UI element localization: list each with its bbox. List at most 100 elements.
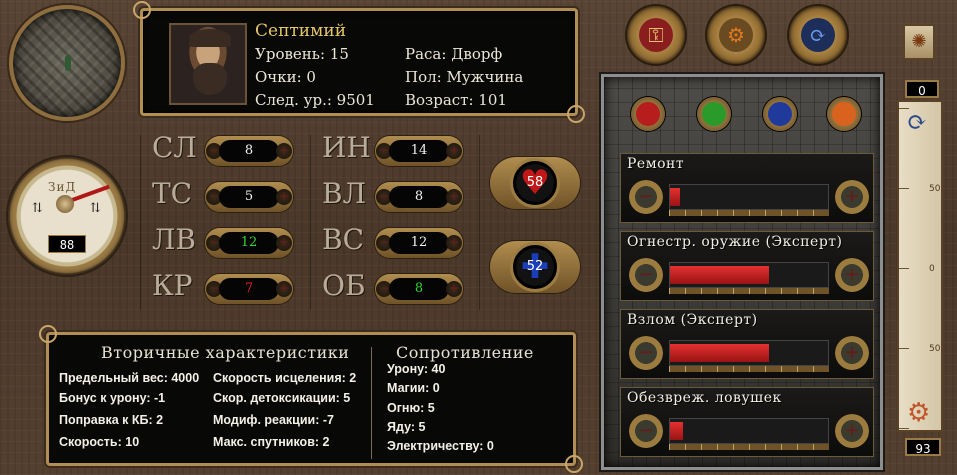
skill-decrease-button[interactable]: − — [629, 180, 663, 214]
social-hat-icon — [768, 102, 792, 126]
fatigue-gauge: ЗиД ⇅ ⇅ 88 — [8, 157, 126, 275]
stat-heal-rate: Скорость исцеления: 2 — [213, 371, 357, 385]
skill-decrease-button[interactable]: − — [629, 414, 663, 448]
attribute-label: ЛВ — [152, 223, 196, 256]
resistance-title: Сопротивление — [396, 343, 534, 362]
skill-name: Огнестр. оружие (Эксперт) — [627, 234, 843, 250]
stat-ac-adjustment: Поправка к КБ: 2 — [59, 413, 164, 427]
social-skills-tab[interactable] — [763, 97, 797, 131]
skill-row: Взлом (Эксперт) − + — [620, 309, 874, 379]
skill-ruler — [669, 366, 829, 372]
skill-row: Ремонт − + — [620, 153, 874, 223]
character-sheet-button[interactable]: ⚿ — [627, 6, 685, 64]
attribute-increase-button[interactable]: + — [446, 235, 462, 251]
attribute-control: −12 + — [205, 228, 293, 258]
character-points: Очки: 0 — [255, 68, 316, 86]
attribute-label: СЛ — [152, 131, 197, 164]
skill-decrease-button[interactable]: − — [629, 258, 663, 292]
attribute-increase-button[interactable]: + — [276, 281, 292, 297]
alignment-tick-mark — [899, 108, 909, 109]
portrait-hair — [189, 29, 231, 47]
gear-icon: ⚙ — [907, 398, 931, 428]
stat-max-followers: Макс. спутников: 2 — [213, 435, 330, 449]
arrow-up-down-icon: ⇅ — [90, 201, 101, 216]
attribute-label: ВЛ — [322, 177, 366, 210]
attribute-value: 8 — [219, 140, 279, 162]
thief-skills-tab[interactable] — [697, 97, 731, 131]
skill-row: Обезвреж. ловушек − + — [620, 387, 874, 457]
alignment-tick-mark — [899, 188, 909, 189]
skill-level-fill — [670, 344, 770, 362]
attribute-value: 8 — [389, 186, 449, 208]
skill-level-fill — [670, 266, 770, 284]
attribute-value: 8 — [389, 278, 449, 300]
minimap[interactable] — [9, 5, 125, 121]
skill-level-fill — [670, 188, 680, 206]
attribute-label: ТС — [152, 177, 193, 210]
skill-name: Взлом (Эксперт) — [627, 312, 758, 328]
character-level: Уровень: 15 — [255, 45, 349, 63]
attribute-value: 12 — [219, 232, 279, 254]
skill-bar: − + — [629, 258, 869, 294]
fp-orb-inner: ✚ 52 — [510, 242, 560, 292]
skills-panel: Ремонт − + Огнестр. оружие (Эксперт) − + Взлом… — [601, 74, 883, 470]
skill-increase-button[interactable]: + — [835, 180, 869, 214]
attributes-divider — [310, 135, 311, 310]
alignment-top-value: 0 — [905, 80, 939, 98]
tech-tree-icon: ✺ — [911, 31, 927, 52]
alignment-tick-mark — [899, 268, 909, 269]
attribute-control: −8 + — [205, 136, 293, 166]
resist-fire: Огню: 5 — [387, 401, 435, 415]
alignment-meter: ⟳ 50 0 50 ⚙ — [897, 100, 943, 432]
character-name: Септимий — [255, 21, 347, 41]
skill-increase-button[interactable]: + — [835, 336, 869, 370]
attribute-control: −12 + — [375, 228, 463, 258]
player-marker — [65, 55, 71, 71]
alignment-tick-mark — [899, 348, 909, 349]
attribute-increase-button[interactable]: + — [446, 189, 462, 205]
resist-damage: Урону: 40 — [387, 362, 446, 376]
character-next-level: След. ур.: 9501 — [255, 91, 375, 109]
skill-increase-button[interactable]: + — [835, 258, 869, 292]
attribute-increase-button[interactable]: + — [276, 235, 292, 251]
cycle-button[interactable]: ⟳ — [789, 6, 847, 64]
attribute-value: 12 — [389, 232, 449, 254]
skill-bar: − + — [629, 414, 869, 450]
attribute-control: −5 + — [205, 182, 293, 212]
stat-speed: Скорость: 10 — [59, 435, 140, 449]
resist-electrical: Электричеству: 0 — [387, 439, 494, 453]
character-gender: Пол: Мужчина — [405, 68, 524, 86]
attribute-increase-button[interactable]: + — [446, 143, 462, 159]
attribute-increase-button[interactable]: + — [276, 143, 292, 159]
attribute-increase-button[interactable]: + — [276, 189, 292, 205]
skill-increase-button[interactable]: + — [835, 414, 869, 448]
stat-poison-recovery: Скор. детоксикации: 5 — [213, 391, 351, 405]
skill-track — [669, 262, 829, 288]
skill-track — [669, 418, 829, 444]
attribute-value: 14 — [389, 140, 449, 162]
fatigue-points-orb: ✚ 52 — [490, 241, 580, 293]
alignment-tick-label: 50 — [929, 184, 941, 194]
skill-ruler — [669, 210, 829, 216]
hit-points-orb: ♥ 58 — [490, 157, 580, 209]
skill-decrease-button[interactable]: − — [629, 336, 663, 370]
gauge-label: ЗиД — [48, 180, 77, 194]
stat-reaction-modifier: Модиф. реакции: -7 — [213, 413, 334, 427]
tech-skills-tab[interactable] — [827, 97, 861, 131]
skill-track — [669, 340, 829, 366]
attribute-increase-button[interactable]: + — [446, 281, 462, 297]
secondary-stats-panel: Вторичные характеристики Сопротивление П… — [39, 325, 583, 473]
gear-icon: ⚙ — [719, 18, 753, 52]
fatigue-points-value: 52 — [526, 259, 544, 274]
combat-skills-tab[interactable] — [631, 97, 665, 131]
character-info-panel: Септимий Уровень: 15 Очки: 0 След. ур.: … — [133, 1, 585, 123]
skill-bar: − + — [629, 336, 869, 372]
skill-track — [669, 184, 829, 210]
settings-button[interactable]: ⚙ — [707, 6, 765, 64]
character-portrait[interactable] — [169, 23, 247, 105]
tech-tree-button[interactable]: ✺ — [903, 24, 935, 60]
attribute-control: −8 + — [375, 182, 463, 212]
tech-gear-icon — [832, 102, 856, 126]
skill-bar: − + — [629, 180, 869, 216]
arrow-down-up-icon: ⇅ — [32, 201, 43, 216]
